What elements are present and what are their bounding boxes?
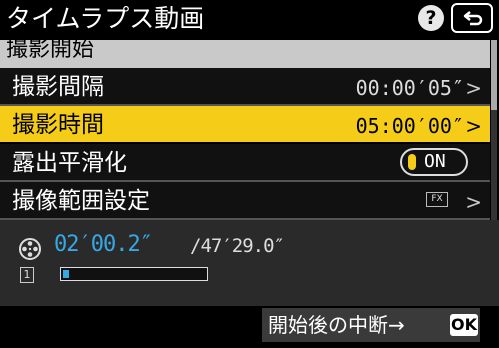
- footer-hint-text: 開始後の中断→: [268, 313, 405, 337]
- footer: 開始後の中断→ OK: [0, 306, 499, 348]
- menu-item-label: 露出平滑化: [12, 150, 127, 176]
- menu-item-label: 撮影時間: [12, 112, 104, 138]
- menu-item-label: 撮像範囲設定: [12, 188, 150, 214]
- exposure-smoothing-toggle[interactable]: ON: [400, 148, 468, 176]
- memory-card-icon: 1: [20, 267, 34, 283]
- film-reel-icon: [19, 238, 41, 260]
- progress-fill: [63, 270, 69, 278]
- section-label: 撮影開始: [6, 40, 95, 62]
- info-panel: 02′00.2″ /47′29.0″ 1: [0, 220, 499, 306]
- menu-item-label: 撮影間隔: [12, 74, 104, 100]
- footer-hint: 開始後の中断→ OK: [262, 308, 480, 342]
- scrollbar[interactable]: [491, 40, 497, 220]
- chevron-right-icon: >: [465, 190, 482, 214]
- help-button[interactable]: ?: [418, 5, 444, 31]
- back-button[interactable]: [451, 3, 493, 33]
- elapsed-time: 02′00.2″: [54, 232, 153, 257]
- fx-format-icon: FX: [426, 192, 448, 207]
- menu-item-interval[interactable]: 撮影間隔 00:00′05″ >: [0, 68, 490, 106]
- menu-item-shooting-time[interactable]: 撮影時間 05:00′00″ >: [0, 106, 490, 144]
- timelapse-menu: 撮影開始 撮影間隔 00:00′05″ > 撮影時間 05:00′00″ > 露…: [0, 40, 490, 220]
- toggle-state: ON: [424, 151, 446, 172]
- menu-item-exposure-smoothing[interactable]: 露出平滑化 ON: [0, 144, 490, 182]
- toggle-knob: [408, 154, 416, 170]
- return-arrow-icon: [463, 11, 483, 26]
- interval-value: 00:00′05″: [355, 76, 464, 100]
- title-bar: タイムラプス動画 ?: [0, 0, 499, 40]
- total-time: /47′29.0″: [190, 235, 285, 257]
- chevron-right-icon: >: [465, 114, 482, 138]
- card-progress-bar: [60, 267, 208, 281]
- menu-item-image-area[interactable]: 撮像範囲設定 FX >: [0, 182, 490, 220]
- shooting-time-value: 05:00′00″: [355, 114, 464, 138]
- section-start-shooting[interactable]: 撮影開始: [0, 40, 490, 68]
- page-title: タイムラプス動画: [6, 4, 205, 33]
- chevron-right-icon: >: [465, 76, 482, 100]
- ok-button-icon: OK: [450, 314, 478, 336]
- scrollbar-thumb[interactable]: [491, 40, 497, 110]
